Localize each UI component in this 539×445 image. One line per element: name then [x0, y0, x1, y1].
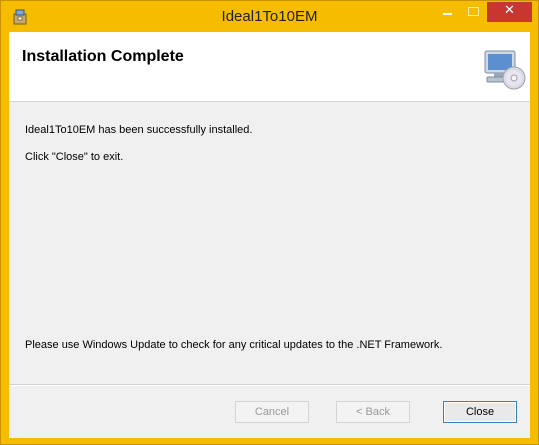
close-window-button[interactable] [487, 2, 532, 22]
maximize-button[interactable] [460, 2, 486, 22]
title-bar[interactable]: Ideal1To10EM [1, 1, 538, 32]
dialog-client-area: Installation Complete Ideal1To10EM has b… [9, 32, 530, 438]
success-message: Ideal1To10EM has been successfully insta… [25, 124, 253, 136]
page-title: Installation Complete [22, 48, 184, 65]
installer-window: Ideal1To10EM Installation Complete Ideal… [0, 0, 539, 445]
close-instruction: Click "Close" to exit. [25, 151, 124, 163]
minimize-button[interactable] [434, 2, 460, 22]
dialog-header: Installation Complete [9, 32, 530, 102]
close-button[interactable]: Close [443, 401, 517, 423]
cancel-button[interactable]: Cancel [235, 401, 309, 423]
button-separator [9, 384, 530, 386]
update-notice: Please use Windows Update to check for a… [25, 339, 443, 351]
back-button[interactable]: < Back [336, 401, 410, 423]
computer-cd-icon [484, 50, 526, 90]
